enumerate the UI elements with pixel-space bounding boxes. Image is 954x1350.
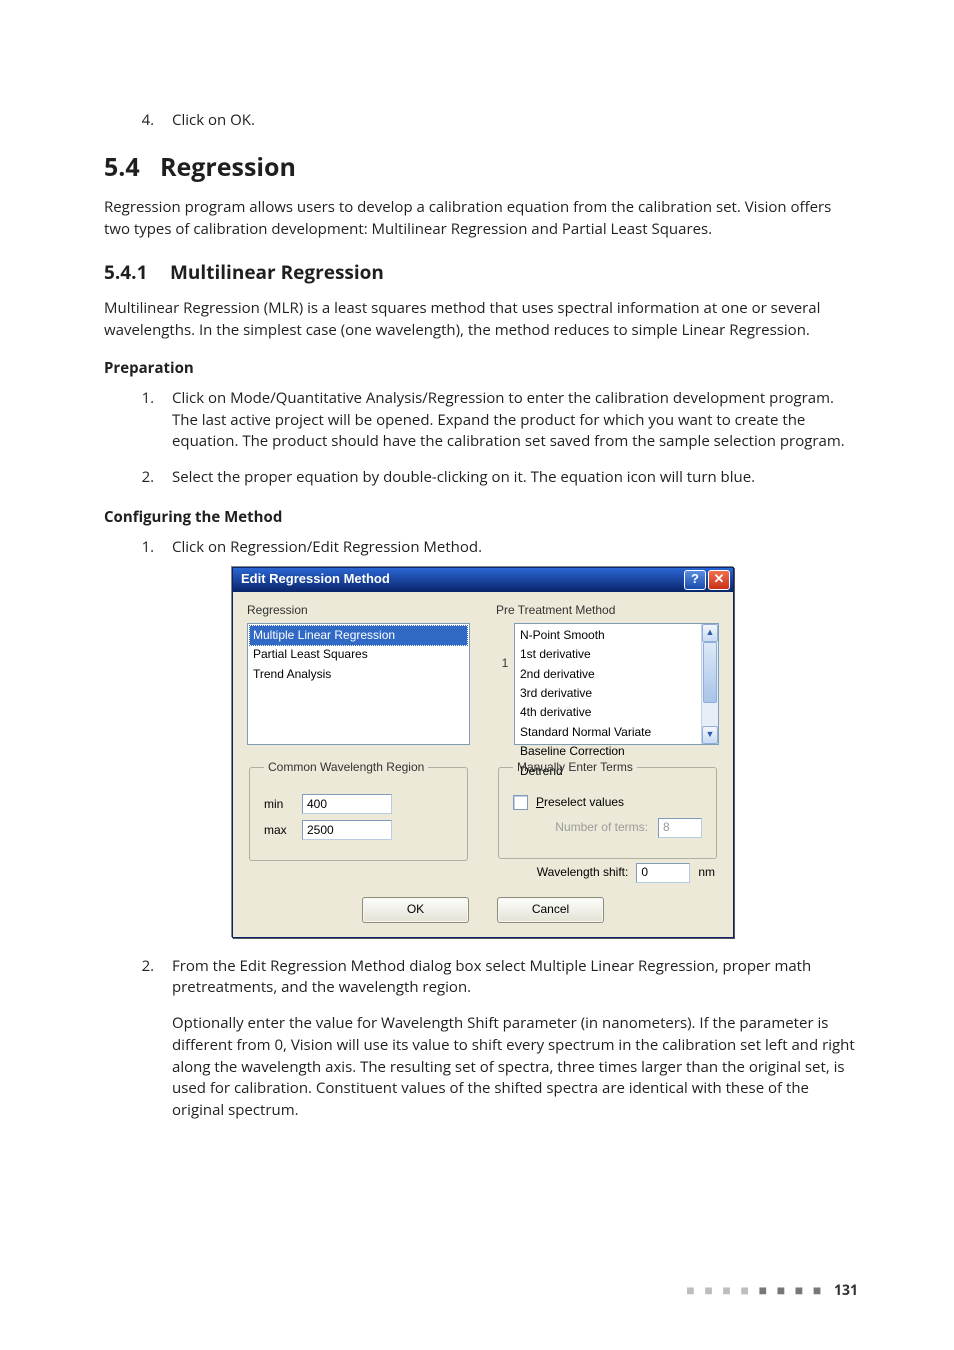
chevron-up-icon: ▲ [706,626,715,639]
wavelength-shift-value: 0 [641,864,648,881]
cwr-legend: Common Wavelength Region [264,759,428,776]
dialog-body: Regression Multiple Linear Regression Pa… [233,592,733,937]
page-footer: ■ ■ ■ ■ ■ ■ ■ ■ 131 [686,1281,858,1300]
preselect-values-checkbox[interactable] [513,795,528,810]
max-label: max [264,822,292,839]
followup-paragraph: Optionally enter the value for Wavelengt… [172,1013,858,1122]
min-label: min [264,796,292,813]
pre-list: Click on OK. [104,110,858,132]
section-title: Regression [160,150,296,184]
nterms-value: 8 [663,819,670,836]
section-number: 5.4 [104,150,160,184]
scroll-down-button[interactable]: ▼ [702,726,718,744]
list-item: From the Edit Regression Method dialog b… [158,956,858,1122]
dialog-screenshot: Edit Regression Method ? ✕ Regression Mu… [232,567,858,938]
mlr-paragraph: Multilinear Regression (MLR) is a least … [104,297,858,342]
preparation-list: Click on Mode/Quantitative Analysis/Regr… [104,388,858,489]
met-legend: Manually Enter Terms [513,759,637,776]
wavelength-shift-input[interactable]: 0 [636,863,690,883]
list-item[interactable]: 1st derivative [517,645,700,664]
configuring-list: Click on Regression/Edit Regression Meth… [104,537,858,1122]
min-value: 400 [307,796,327,813]
pretreatment-listbox[interactable]: N-Point Smooth 1st derivative 2nd deriva… [514,623,719,745]
page-number: 131 [834,1281,858,1300]
close-button[interactable]: ✕ [708,570,730,590]
list-item[interactable]: 3rd derivative [517,684,700,703]
ptm-index: 1 [496,623,514,745]
list-item[interactable]: Partial Least Squares [250,645,467,664]
preselect-values-label: Preselect values [536,794,624,811]
common-wavelength-region-group: Common Wavelength Region min 400 max 250… [249,759,468,861]
scrollbar[interactable]: ▲ ▼ [701,624,718,744]
regression-label: Regression [247,602,470,619]
preparation-heading: Preparation [104,358,858,378]
subsection-number: 5.4.1 [104,259,170,285]
subsection-heading: 5.4.1Multilinear Regression [104,259,858,285]
min-input[interactable]: 400 [302,794,392,814]
regression-listbox[interactable]: Multiple Linear Regression Partial Least… [247,623,470,745]
subsection-title: Multilinear Regression [170,259,384,285]
wavelength-shift-label: Wavelength shift: [537,864,629,881]
pretreatment-label: Pre Treatment Method [496,602,719,619]
edit-regression-method-dialog: Edit Regression Method ? ✕ Regression Mu… [232,567,734,938]
footer-dots-icon: ■ ■ ■ ■ ■ ■ ■ ■ [686,1281,824,1300]
scroll-track[interactable] [702,642,718,726]
close-icon: ✕ [714,570,725,589]
number-of-terms-label: Number of terms: [555,819,648,836]
configuring-heading: Configuring the Method [104,507,858,527]
list-item[interactable]: Standard Normal Variate [517,723,700,742]
text: From the Edit Regression Method dialog b… [172,956,811,998]
number-of-terms-input: 8 [658,818,702,838]
intro-paragraph: Regression program allows users to devel… [104,196,858,241]
scroll-up-button[interactable]: ▲ [702,624,718,642]
text: Click on Mode/Quantitative Analysis/Regr… [172,388,845,452]
wavelength-shift-unit: nm [698,864,715,881]
list-item: Click on Regression/Edit Regression Meth… [158,537,858,938]
list-item: Click on Mode/Quantitative Analysis/Regr… [158,388,858,453]
pre-list-item: Click on OK. [158,110,858,132]
max-value: 2500 [307,822,334,839]
section-heading: 5.4Regression [104,150,858,184]
cancel-label: Cancel [532,901,569,918]
text: Click on OK. [172,110,255,130]
max-input[interactable]: 2500 [302,820,392,840]
help-button[interactable]: ? [684,570,706,590]
ok-button[interactable]: OK [362,897,469,923]
dialog-title: Edit Regression Method [241,570,682,589]
chevron-down-icon: ▼ [706,728,715,741]
list-item[interactable]: N-Point Smooth [517,626,700,645]
list-item[interactable]: Multiple Linear Regression [250,626,467,645]
list-item[interactable]: 4th derivative [517,703,700,722]
list-item[interactable]: 2nd derivative [517,665,700,684]
ok-label: OK [407,901,424,918]
list-item: Select the proper equation by double-cli… [158,467,858,489]
help-icon: ? [691,570,699,589]
scroll-thumb[interactable] [703,642,717,703]
manually-enter-terms-group: Manually Enter Terms Preselect values Nu… [498,759,717,859]
text: Select the proper equation by double-cli… [172,467,755,487]
list-item[interactable]: Trend Analysis [250,665,467,684]
text: Click on Regression/Edit Regression Meth… [172,537,482,557]
cancel-button[interactable]: Cancel [497,897,604,923]
dialog-titlebar[interactable]: Edit Regression Method ? ✕ [233,568,733,592]
